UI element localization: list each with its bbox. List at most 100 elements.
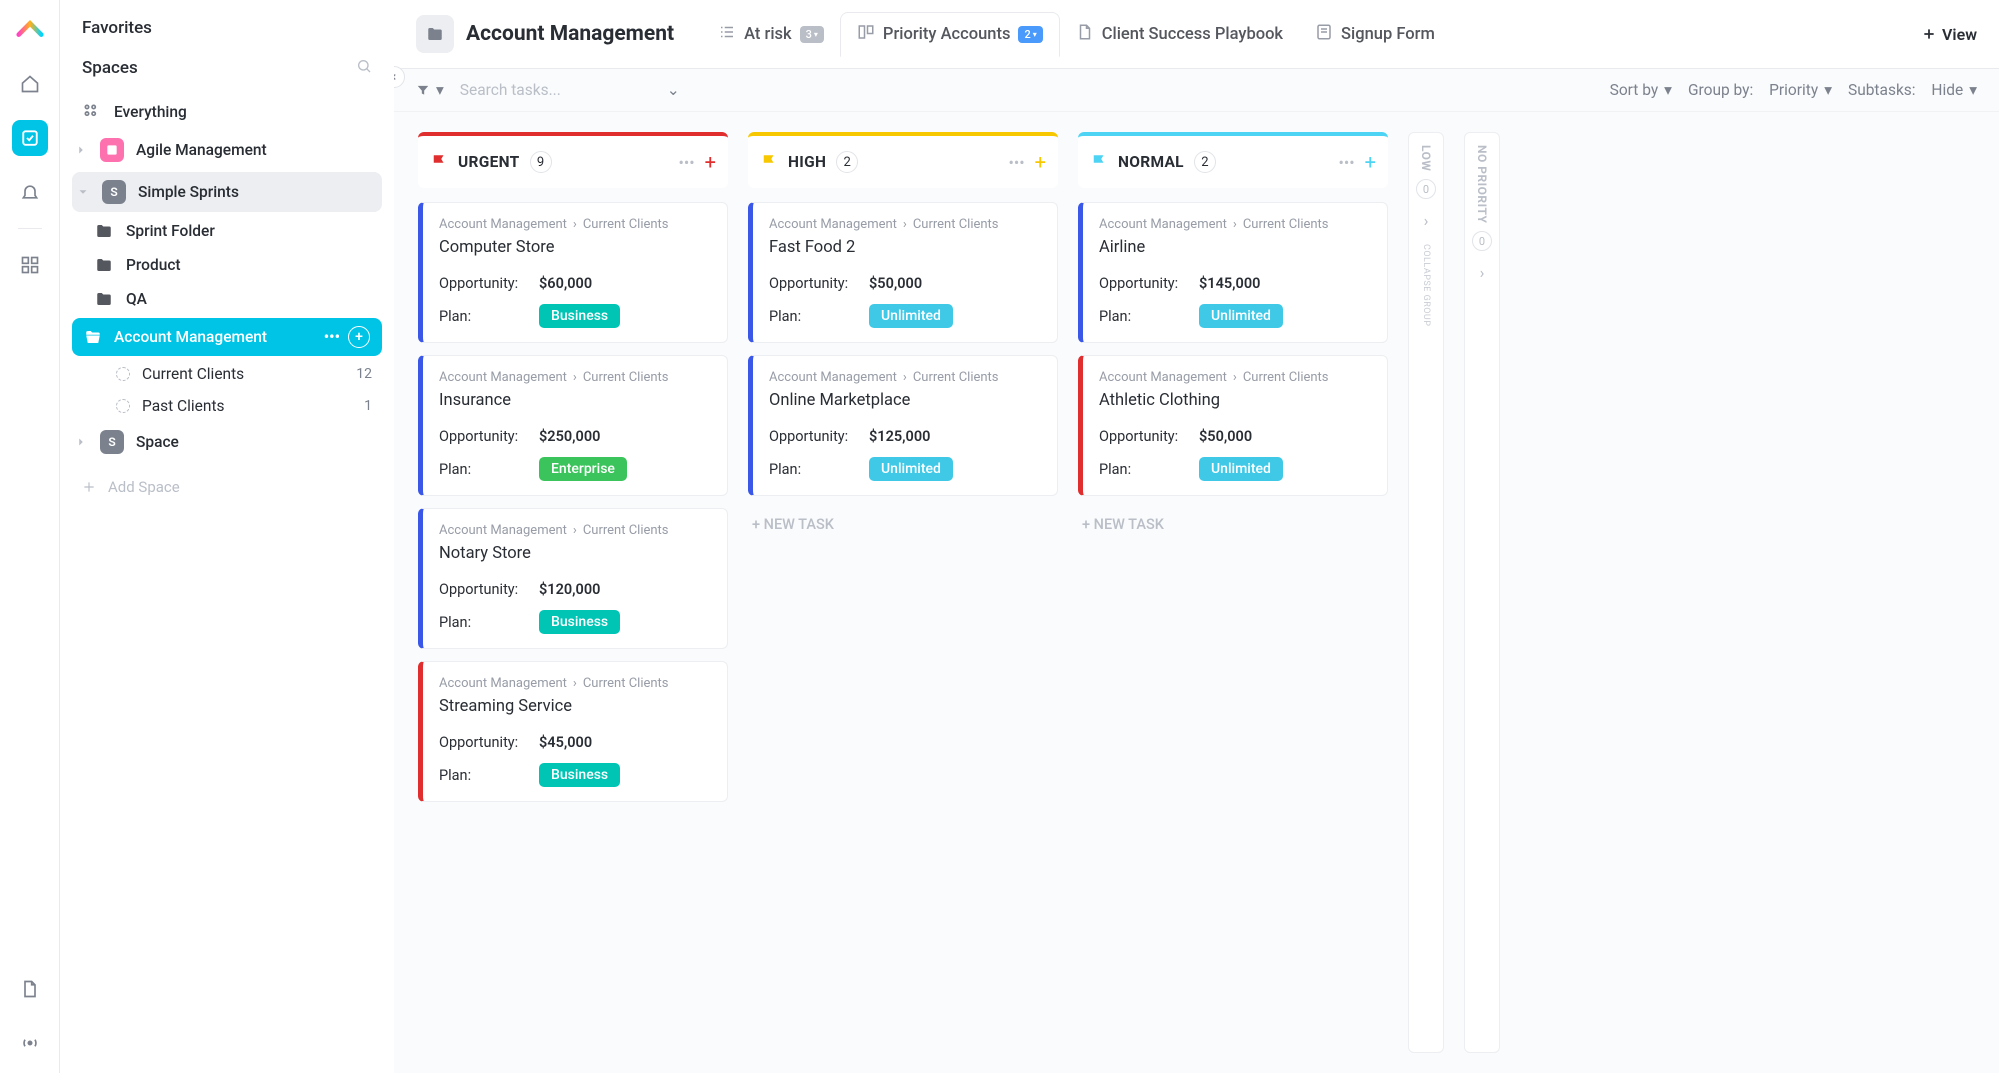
field-label: Plan: [439,614,539,631]
folder-icon [416,15,454,53]
more-icon[interactable]: ••• [1008,153,1024,172]
subtasks-button[interactable]: Subtasks: Hide ▾ [1848,81,1977,99]
sidebar-folder-sprint-folder[interactable]: Sprint Folder [60,214,394,248]
task-card[interactable]: Account Management›Current Clients Insur… [418,355,728,496]
form-icon [1315,23,1333,46]
card-title: Fast Food 2 [769,238,1041,257]
sidebar-list-past-clients[interactable]: Past Clients 1 [116,390,394,422]
sidebar-everything[interactable]: Everything [60,94,394,130]
home-icon[interactable] [12,66,48,102]
collapsed-column-low[interactable]: LOW0›COLLAPSE GROUP [1408,132,1444,1053]
list-icon [718,23,736,46]
add-task-icon[interactable]: + [1365,150,1376,174]
plan-tag: Business [539,304,620,328]
plan-tag: Unlimited [869,304,953,328]
filter-icon [416,83,430,97]
task-card[interactable]: Account Management›Current Clients Onlin… [748,355,1058,496]
tab-client-success-playbook[interactable]: Client Success Playbook [1060,12,1299,56]
search-placeholder: Search tasks... [460,81,561,99]
favorites-heading[interactable]: Favorites [82,18,372,38]
plan-tag: Unlimited [1199,304,1283,328]
chevron-down-icon: ⌄ [667,81,680,99]
column-urgent: URGENT 9 ••• + Account Management›Current… [418,132,728,1053]
app-rail [0,0,60,1073]
column-count: 2 [1194,151,1216,173]
caption: COLLAPSE GROUP [1421,244,1431,326]
sidebar-folder-qa[interactable]: QA [60,282,394,316]
opportunity-value: $125,000 [869,428,930,445]
add-task-icon[interactable]: + [705,150,716,174]
new-task-button[interactable]: + NEW TASK [1078,508,1388,541]
rail-divider [18,228,42,229]
plan-tag: Business [539,610,620,634]
search-tasks-input[interactable]: Search tasks... ⌄ [460,81,680,99]
tab-badge: 3▾ [800,26,824,43]
tab-at-risk[interactable]: At risk3▾ [702,12,840,56]
breadcrumb: Account Management›Current Clients [439,217,711,232]
broadcast-icon[interactable] [12,1025,48,1061]
apps-icon[interactable] [12,247,48,283]
column-count: 0 [1416,179,1436,199]
filter-button[interactable]: ▾ [416,81,444,99]
task-card[interactable]: Account Management›Current Clients Fast … [748,202,1058,343]
app-logo-icon[interactable] [15,14,45,48]
field-label: Opportunity: [769,428,869,445]
list-count: 12 [356,366,372,382]
more-icon[interactable]: ••• [1338,153,1354,172]
opportunity-value: $120,000 [539,581,600,598]
tab-signup-form[interactable]: Signup Form [1299,12,1451,56]
plan-tag: Unlimited [869,457,953,481]
tab-badge: 2▾ [1018,26,1042,43]
column-count: 9 [530,151,552,173]
board-icon [857,23,875,46]
group-by-button[interactable]: Group by: Priority ▾ [1688,81,1832,99]
search-icon[interactable] [356,58,372,78]
add-space-button[interactable]: Add Space [60,468,394,506]
sidebar-folder-product[interactable]: Product [60,248,394,282]
list-count: 1 [364,398,372,414]
task-card[interactable]: Account Management›Current Clients Athle… [1078,355,1388,496]
tasks-icon[interactable] [12,120,48,156]
task-card[interactable]: Account Management›Current Clients Compu… [418,202,728,343]
add-icon[interactable]: + [348,326,370,348]
space-label: Simple Sprints [138,183,239,201]
list-icon [116,367,130,381]
more-icon[interactable]: ••• [678,153,694,172]
add-task-icon[interactable]: + [1035,150,1046,174]
task-card[interactable]: Account Management›Current Clients Airli… [1078,202,1388,343]
field-label: Opportunity: [1099,275,1199,292]
field-label: Plan: [439,767,539,784]
notifications-icon[interactable] [12,174,48,210]
docs-icon[interactable] [12,971,48,1007]
sidebar-folder-account-management[interactable]: Account Management•••+ [72,318,382,356]
breadcrumb: Account Management›Current Clients [1099,370,1371,385]
chevron-right-icon: › [1480,263,1485,282]
space-label: Space [136,433,179,451]
doc-icon [1076,23,1094,46]
new-task-button[interactable]: + NEW TASK [748,508,1058,541]
sidebar-space-simple-sprints[interactable]: S Simple Sprints [72,172,382,212]
sidebar-space-agile[interactable]: Agile Management [60,130,394,170]
grid-icon [82,102,102,122]
more-icon[interactable]: ••• [324,328,340,346]
card-title: Streaming Service [439,697,711,716]
breadcrumb: Account Management›Current Clients [769,217,1041,232]
add-view-button[interactable]: View [1922,25,1977,44]
column-name: URGENT [458,153,520,171]
spaces-heading[interactable]: Spaces [82,58,138,78]
list-label: Past Clients [142,397,225,415]
collapsed-column-no-priority[interactable]: NO PRIORITY0› [1464,132,1500,1053]
sidebar-space-generic[interactable]: S Space [60,422,394,462]
card-title: Insurance [439,391,711,410]
column-normal: NORMAL 2 •••+ Account Management›Current… [1078,132,1388,1053]
task-card[interactable]: Account Management›Current Clients Strea… [418,661,728,802]
tab-priority-accounts[interactable]: Priority Accounts2▾ [840,12,1060,57]
opportunity-value: $45,000 [539,734,592,751]
column-name: NO PRIORITY [1475,145,1489,223]
add-view-label: View [1942,25,1977,44]
sort-by-button[interactable]: Sort by ▾ [1610,81,1672,99]
task-card[interactable]: Account Management›Current Clients Notar… [418,508,728,649]
folder-icon [94,222,114,240]
sidebar-list-current-clients[interactable]: Current Clients12 [116,358,394,390]
folder-icon [94,290,114,308]
